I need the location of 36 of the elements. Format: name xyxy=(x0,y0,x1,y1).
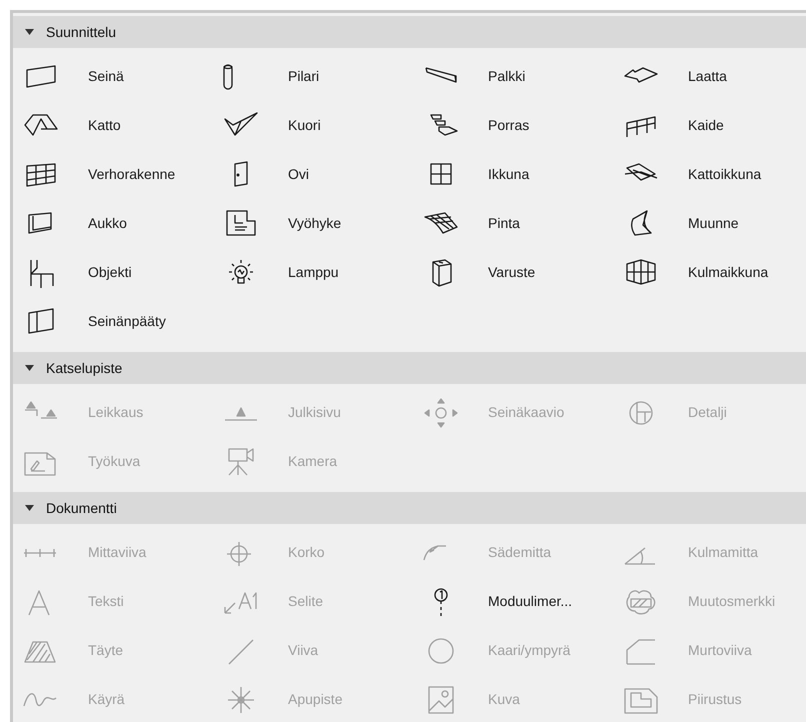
tool-item[interactable]: Laatta xyxy=(613,52,806,101)
tool-item[interactable]: Varuste xyxy=(413,248,613,297)
section-title: Katselupiste xyxy=(46,358,122,378)
tool-item[interactable]: Lamppu xyxy=(213,248,413,297)
radial-dimension-icon xyxy=(423,544,447,560)
tool-item[interactable]: Katto xyxy=(13,101,213,150)
tool-item[interactable]: Muunne xyxy=(613,199,806,248)
tool-item[interactable]: Seinänpääty xyxy=(13,297,213,346)
tool-item[interactable]: Moduulimer... xyxy=(413,577,613,626)
column-icon xyxy=(223,64,233,90)
tool-item[interactable]: Kaide xyxy=(613,101,806,150)
tool-item[interactable]: Aukko xyxy=(13,199,213,248)
tool-item[interactable]: Kulmaikkuna xyxy=(613,248,806,297)
tool-item[interactable]: Porras xyxy=(413,101,613,150)
tool-item[interactable]: Ikkuna xyxy=(413,150,613,199)
wall-section-icon xyxy=(423,398,459,428)
section-header[interactable]: Katselupiste xyxy=(13,352,806,384)
tool-item[interactable]: Pilari xyxy=(213,52,413,101)
caret-icon xyxy=(25,364,34,372)
dimension-icon xyxy=(23,548,57,558)
tool-item[interactable]: Objekti xyxy=(13,248,213,297)
section-header[interactable]: Dokumentti xyxy=(13,492,806,524)
spline-icon xyxy=(23,691,57,708)
section-title: Suunnittelu xyxy=(46,22,116,42)
tool-item[interactable]: Seinä xyxy=(13,52,213,101)
tool-item[interactable]: Palkki xyxy=(413,52,613,101)
tool-item[interactable]: Verhorakenne xyxy=(13,150,213,199)
caret-icon xyxy=(25,28,34,36)
tool-item[interactable]: Ovi xyxy=(213,150,413,199)
tool-item[interactable]: Kuori xyxy=(213,101,413,150)
tool-item[interactable]: Pinta xyxy=(413,199,613,248)
tool-item[interactable]: Kattoikkuna xyxy=(613,150,806,199)
caret-icon xyxy=(25,504,34,512)
section-title: Dokumentti xyxy=(46,498,117,518)
section-header[interactable]: Suunnittelu xyxy=(13,16,806,48)
tool-item[interactable]: Vyöhyke xyxy=(213,199,413,248)
